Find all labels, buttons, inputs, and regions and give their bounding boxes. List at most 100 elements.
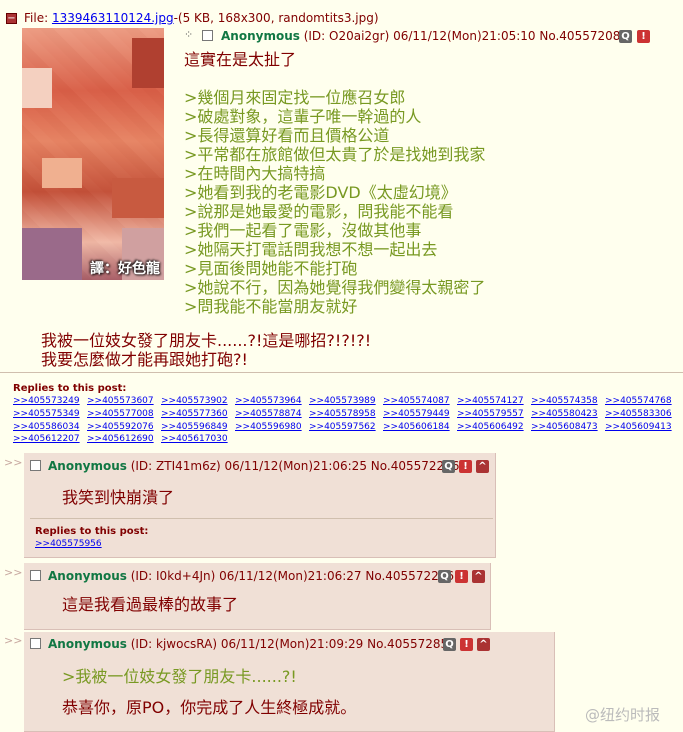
reply-link[interactable]: >>405575349: [13, 408, 87, 421]
caret-up-icon[interactable]: ^: [477, 638, 490, 651]
greentext-line: >我們一起看了電影，沒做其他事: [184, 221, 422, 240]
poster-name: Anonymous: [221, 29, 300, 43]
reply-link[interactable]: >>405573902: [161, 395, 235, 408]
greentext-line: >她隔天打電話問我想不想一起出去: [184, 240, 438, 259]
op-body-tail: 我被一位妓女發了朋友卡......?!這是哪招?!?!?! 我要怎麼做才能再跟她打…: [41, 331, 371, 369]
greentext-line: >幾個月來固定找一位應召女郎: [184, 88, 406, 107]
reply-link[interactable]: >>405609413: [605, 421, 679, 434]
q-icon[interactable]: Q: [443, 638, 456, 651]
reply-link[interactable]: >>405573964: [235, 395, 309, 408]
greentext-line: >問我能不能當朋友就好: [184, 297, 358, 316]
reply-link[interactable]: >>405578874: [235, 408, 309, 421]
minus-icon: −: [7, 13, 16, 24]
greentext-line: >她看到我的老電影DVD《太虛幻境》: [184, 183, 457, 202]
reply-link[interactable]: >>405583306: [605, 408, 679, 421]
reply-link[interactable]: >>405573607: [87, 395, 161, 408]
reply-link[interactable]: >>405612690: [87, 433, 161, 446]
post-meta: (ID: ZTI41m6z) 06/11/12(Mon)21:06:25 No.…: [130, 459, 460, 473]
reply-link[interactable]: >>405573249: [13, 395, 87, 408]
reply-link[interactable]: >>405580423: [531, 408, 605, 421]
op-body: 這實在是太扯了 >幾個月來固定找一位應召女郎 >破處對象，這輩子唯一幹過的人 >長得還…: [184, 50, 485, 316]
body-line: 我被一位妓女發了朋友卡......?!這是哪招?!?!?!: [41, 331, 372, 350]
reply-arrows: >>: [4, 566, 23, 579]
greentext-line: >說那是她最愛的電影，問我能不能看: [184, 202, 454, 221]
reply-quote: >我被一位妓女發了朋友卡......?!: [62, 667, 297, 686]
reply-link[interactable]: >>405579449: [383, 408, 457, 421]
body-line: 這實在是太扯了: [184, 50, 297, 69]
reply-link[interactable]: >>405592076: [87, 421, 161, 434]
reply-info: Anonymous (ID: kjwocsRA) 06/11/12(Mon)21…: [48, 637, 456, 651]
exclamation-icon[interactable]: !: [455, 570, 468, 583]
op-post-info: Anonymous (ID: O20ai2gr) 06/11/12(Mon)21…: [221, 29, 628, 43]
post-meta: (ID: I0kd+4Jn) 06/11/12(Mon)21:06:27 No.…: [130, 569, 454, 583]
replies-list: >>405573249 >>405573607 >>405573902 >>40557…: [13, 395, 683, 446]
replies-label: Replies to this post:: [13, 383, 127, 394]
reply-link[interactable]: >>405606184: [383, 421, 457, 434]
q-icon[interactable]: Q: [442, 460, 455, 473]
reply-post-3: Anonymous (ID: kjwocsRA) 06/11/12(Mon)21…: [24, 632, 555, 732]
reply-text: 恭喜你，原PO，你完成了人生終極成就。: [62, 698, 357, 717]
exclamation-icon[interactable]: !: [637, 30, 650, 43]
reply-checkbox[interactable]: [30, 638, 41, 649]
reply-link[interactable]: >>405606492: [457, 421, 531, 434]
reply-info: Anonymous (ID: I0kd+4Jn) 06/11/12(Mon)21…: [48, 569, 454, 583]
exclamation-icon[interactable]: !: [459, 460, 472, 473]
op-thumbnail[interactable]: 譯：好色龍: [22, 28, 164, 280]
reply-link[interactable]: >>405577008: [87, 408, 161, 421]
reply-link[interactable]: >>405574768: [605, 395, 679, 408]
greentext-line: >破處對象，這輩子唯一幹過的人: [184, 107, 422, 126]
q-icon[interactable]: Q: [438, 570, 451, 583]
poster-name: Anonymous: [48, 459, 127, 473]
post-meta: (ID: kjwocsRA) 06/11/12(Mon)21:09:29 No.…: [130, 637, 456, 651]
file-info: File: 1339463110124.jpg-(5 KB, 168x300, …: [24, 11, 379, 25]
op-checkbox[interactable]: [202, 30, 213, 41]
greentext-line: >見面後問她能不能打砲: [184, 259, 358, 278]
reply-link[interactable]: >>405574358: [531, 395, 605, 408]
reply-link[interactable]: >>405597562: [309, 421, 383, 434]
reply-arrows: >>: [4, 456, 23, 469]
watermark: @纽约时报: [585, 706, 661, 724]
reply-arrows: >>: [4, 634, 23, 647]
reply-link[interactable]: >>405577360: [161, 408, 235, 421]
reply-link[interactable]: >>405575956: [35, 539, 102, 549]
reply-link[interactable]: >>405574127: [457, 395, 531, 408]
caret-up-icon[interactable]: ^: [476, 460, 489, 473]
thumb-caption: 譯：好色龍: [90, 261, 160, 277]
divider: [0, 372, 683, 373]
expand-icon[interactable]: ⁘: [184, 29, 193, 40]
post-meta: (ID: O20ai2gr) 06/11/12(Mon)21:05:10 No.…: [303, 29, 629, 43]
reply-link[interactable]: >>405578958: [309, 408, 383, 421]
reply-link[interactable]: >>405596849: [161, 421, 235, 434]
reply-link[interactable]: >>405617030: [161, 433, 235, 446]
reply-link[interactable]: >>405574087: [383, 395, 457, 408]
file-details: -(5 KB, 168x300, randomtits3.jpg): [173, 11, 379, 25]
reply-link[interactable]: >>405596980: [235, 421, 309, 434]
replies-label: Replies to this post:: [35, 526, 149, 537]
reply-link[interactable]: >>405573989: [309, 395, 383, 408]
greentext-line: >平常都在旅館做但太貴了於是找她到我家: [184, 145, 486, 164]
hide-thread-button[interactable]: −: [6, 13, 17, 24]
q-icon[interactable]: Q: [619, 30, 632, 43]
reply-link[interactable]: >>405586034: [13, 421, 87, 434]
poster-name: Anonymous: [48, 569, 127, 583]
reply-checkbox[interactable]: [30, 460, 41, 471]
reply-info: Anonymous (ID: ZTI41m6z) 06/11/12(Mon)21…: [48, 459, 459, 473]
greentext-line: >她說不行，因為她覺得我們變得太親密了: [184, 278, 486, 297]
reply-link[interactable]: >>405608473: [531, 421, 605, 434]
reply-text: 這是我看過最棒的故事了: [62, 595, 239, 614]
file-label: File:: [24, 11, 49, 25]
reply-post-2: Anonymous (ID: I0kd+4Jn) 06/11/12(Mon)21…: [24, 563, 491, 630]
body-line: 我要怎麼做才能再跟她打砲?!: [41, 350, 248, 369]
reply-post-1: Anonymous (ID: ZTI41m6z) 06/11/12(Mon)21…: [24, 453, 496, 558]
poster-name: Anonymous: [48, 637, 127, 651]
exclamation-icon[interactable]: !: [460, 638, 473, 651]
reply-link[interactable]: >>405612207: [13, 433, 87, 446]
reply-checkbox[interactable]: [30, 570, 41, 581]
file-link[interactable]: 1339463110124.jpg: [52, 11, 174, 25]
divider: [30, 518, 493, 519]
caret-up-icon[interactable]: ^: [472, 570, 485, 583]
reply-link[interactable]: >>405579557: [457, 408, 531, 421]
greentext-line: >長得還算好看而且價格公道: [184, 126, 390, 145]
greentext-line: >在時間內大搞特搞: [184, 164, 326, 183]
reply-text: 我笑到快崩潰了: [62, 488, 175, 507]
